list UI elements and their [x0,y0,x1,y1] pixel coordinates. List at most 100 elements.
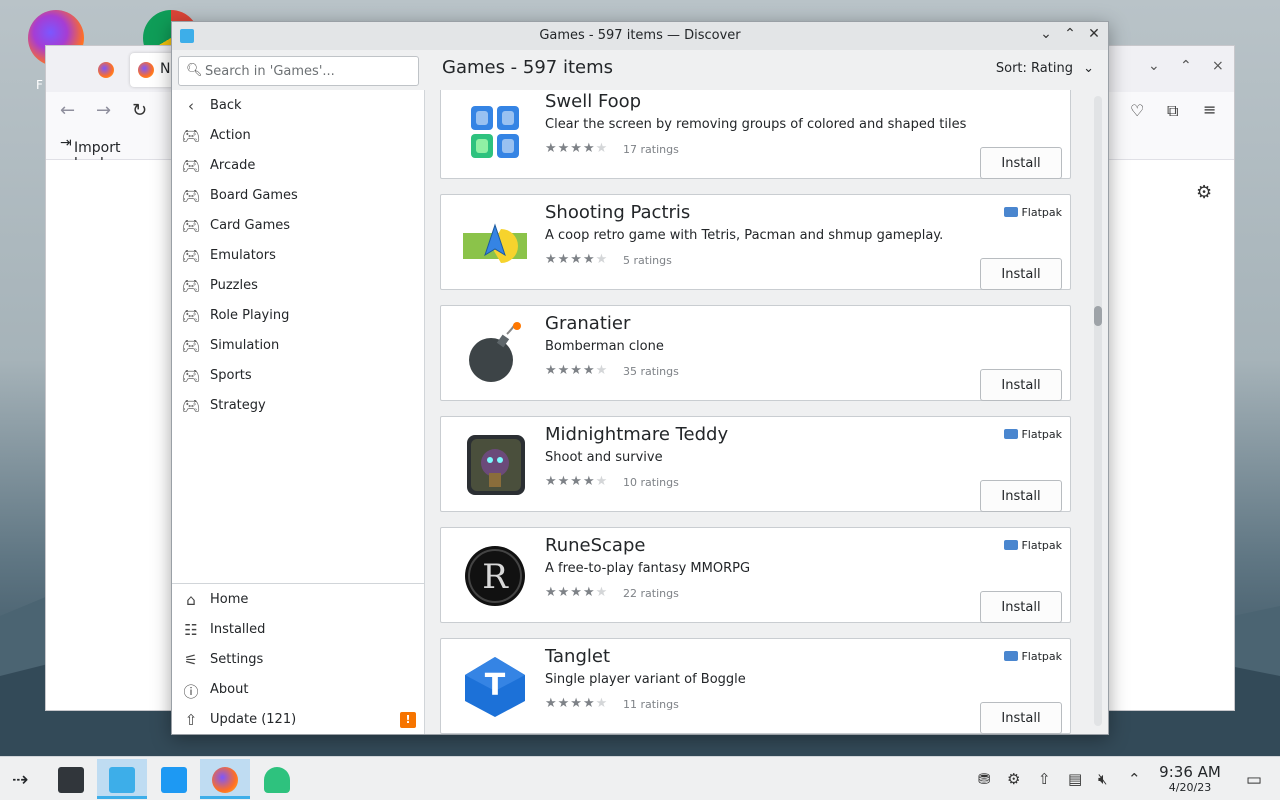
sidebar-item-settings[interactable]: ⚟ Settings [172,645,424,675]
minimize-button[interactable]: ⌄ [1037,26,1055,42]
scrollbar[interactable] [1094,96,1102,726]
ratings-count: 11 ratings [623,698,679,711]
sidebar-item-emulators[interactable]: 🎮︎ Emulators [172,241,424,271]
sidebar-item-card-games[interactable]: 🎮︎ Card Games [172,211,424,241]
forward-arrow-icon[interactable]: → [96,100,111,121]
firefox-minimize-button[interactable]: ⌄ [1148,58,1160,74]
app-description: Bomberman clone [545,339,664,354]
firefox-tab[interactable] [90,53,130,87]
install-button[interactable]: Install [980,147,1062,179]
app-name: Midnightmare Teddy [545,424,729,445]
vault-tray-icon[interactable]: ⛃ [978,770,991,788]
app-card[interactable]: R RuneScape A free-to-play fantasy MMORP… [440,527,1071,623]
tray-expand-icon[interactable]: ⌃ [1128,770,1141,788]
taskbar-discover[interactable] [97,759,147,799]
install-button[interactable]: Install [980,258,1062,290]
app-card[interactable]: Swell Foop Clear the screen by removing … [440,90,1071,179]
star-rating: ★★★★★ [545,141,609,156]
app-card[interactable]: Shooting Pactris A coop retro game with … [440,194,1071,290]
application-launcher[interactable]: ⇢ [0,759,50,799]
flatpak-badge: Flatpak [1004,539,1062,552]
close-button[interactable]: ✕ [1085,26,1103,42]
network-tray-icon[interactable]: ⚙ [1007,770,1020,788]
show-desktop-icon[interactable]: ▭ [1246,770,1262,790]
sidebar-item-label: Card Games [210,218,291,233]
clock-date: 4/20/23 [1168,781,1212,794]
svg-text:R: R [482,557,509,597]
app-name: Shooting Pactris [545,202,691,223]
sidebar-item-simulation[interactable]: 🎮︎ Simulation [172,331,424,361]
sidebar-item-about[interactable]: ⓘ About [172,675,424,705]
taskbar-firefox[interactable] [200,759,250,799]
taskbar-file-manager[interactable] [149,759,199,799]
sidebar-item-role-playing[interactable]: 🎮︎ Role Playing [172,301,424,331]
tanglet-icon: T [465,657,525,717]
sidebar-item-strategy[interactable]: 🎮︎ Strategy [172,391,424,421]
gamepad-icon: 🎮︎ [181,217,201,235]
volume-muted-icon[interactable]: 🔇︎ [1098,770,1107,788]
sidebar-item-back[interactable]: ‹ Back [172,91,424,121]
firefox-close-button[interactable]: × [1212,58,1224,74]
sidebar-item-label: Emulators [210,248,276,263]
ratings-count: 35 ratings [623,365,679,378]
install-button[interactable]: Install [980,702,1062,734]
sidebar-item-home[interactable]: ⌂ Home [172,585,424,615]
star-rating: ★★★★★ [545,585,609,600]
reload-icon[interactable]: ↻ [132,100,147,121]
scrollbar-thumb[interactable] [1094,306,1102,326]
info-icon: ⓘ [183,683,199,701]
sidebar-item-label: Settings [210,652,264,667]
app-description: Single player variant of Boggle [545,672,746,687]
star-rating: ★★★★★ [545,696,609,711]
runescape-icon: R [465,546,525,606]
midnightmare-teddy-icon [467,435,525,495]
flatpak-label: Flatpak [1021,650,1062,663]
sidebar-item-puzzles[interactable]: 🎮︎ Puzzles [172,271,424,301]
firefox-maximize-button[interactable]: ⌃ [1180,58,1192,74]
flatpak-badge: Flatpak [1004,428,1062,441]
app-card[interactable]: Granatier Bomberman clone ★★★★★ 35 ratin… [440,305,1071,401]
flatpak-badge: Flatpak [1004,650,1062,663]
sidebar-item-action[interactable]: 🎮︎ Action [172,121,424,151]
search-box: 🔍︎ [178,56,419,86]
sidebar-item-label: Strategy [210,398,266,413]
desktop-firefox-label: F [36,78,43,92]
flatpak-icon [1004,207,1019,217]
clock[interactable]: 9:36 AM 4/20/23 [1150,763,1230,794]
sidebar-item-installed[interactable]: ☷ Installed [172,615,424,645]
window-title: Games - 597 items — Discover [539,28,741,43]
menu-icon[interactable]: ≡ [1203,100,1216,119]
extensions-icon[interactable]: ⧉ [1167,101,1178,121]
install-button[interactable]: Install [980,480,1062,512]
sidebar-item-update[interactable]: ⇧ Update (121) ! [172,705,424,735]
back-arrow-icon[interactable]: ← [60,100,75,121]
app-card[interactable]: T Tanglet Single player variant of Boggl… [440,638,1071,734]
gear-icon[interactable]: ⚙ [1196,182,1212,203]
installed-list-icon: ☷ [184,621,198,639]
app-description: Shoot and survive [545,450,663,465]
update-tray-icon[interactable]: ⇧ [1038,770,1051,788]
sort-label: Sort: Rating [995,61,1073,76]
sidebar-item-sports[interactable]: 🎮︎ Sports [172,361,424,391]
maximize-button[interactable]: ⌃ [1061,26,1079,42]
clipboard-tray-icon[interactable]: ▤ [1068,770,1082,788]
gamepad-icon: 🎮︎ [181,307,201,325]
sidebar-item-arcade[interactable]: 🎮︎ Arcade [172,151,424,181]
search-input[interactable] [205,61,410,81]
sidebar-item-board-games[interactable]: 🎮︎ Board Games [172,181,424,211]
app-card[interactable]: Midnightmare Teddy Shoot and survive ★★★… [440,416,1071,512]
import-bookmarks-link[interactable]: ⇥ Import bookma [60,135,130,172]
svg-text:T: T [485,668,506,703]
install-button[interactable]: Install [980,369,1062,401]
taskbar-system-settings[interactable] [46,759,96,799]
sidebar-item-label: Home [210,592,249,607]
pocket-icon[interactable]: ♡ [1130,101,1144,120]
flatpak-icon [1004,540,1019,550]
taskbar-install-app[interactable] [252,759,302,799]
firefox-tab-active[interactable]: N [130,53,176,87]
sort-dropdown[interactable]: Sort: Rating ⌄ [996,61,1094,76]
install-button[interactable]: Install [980,591,1062,623]
firefox-icon [212,767,238,793]
flatpak-badge: Flatpak [1004,206,1062,219]
discover-icon [109,767,135,793]
